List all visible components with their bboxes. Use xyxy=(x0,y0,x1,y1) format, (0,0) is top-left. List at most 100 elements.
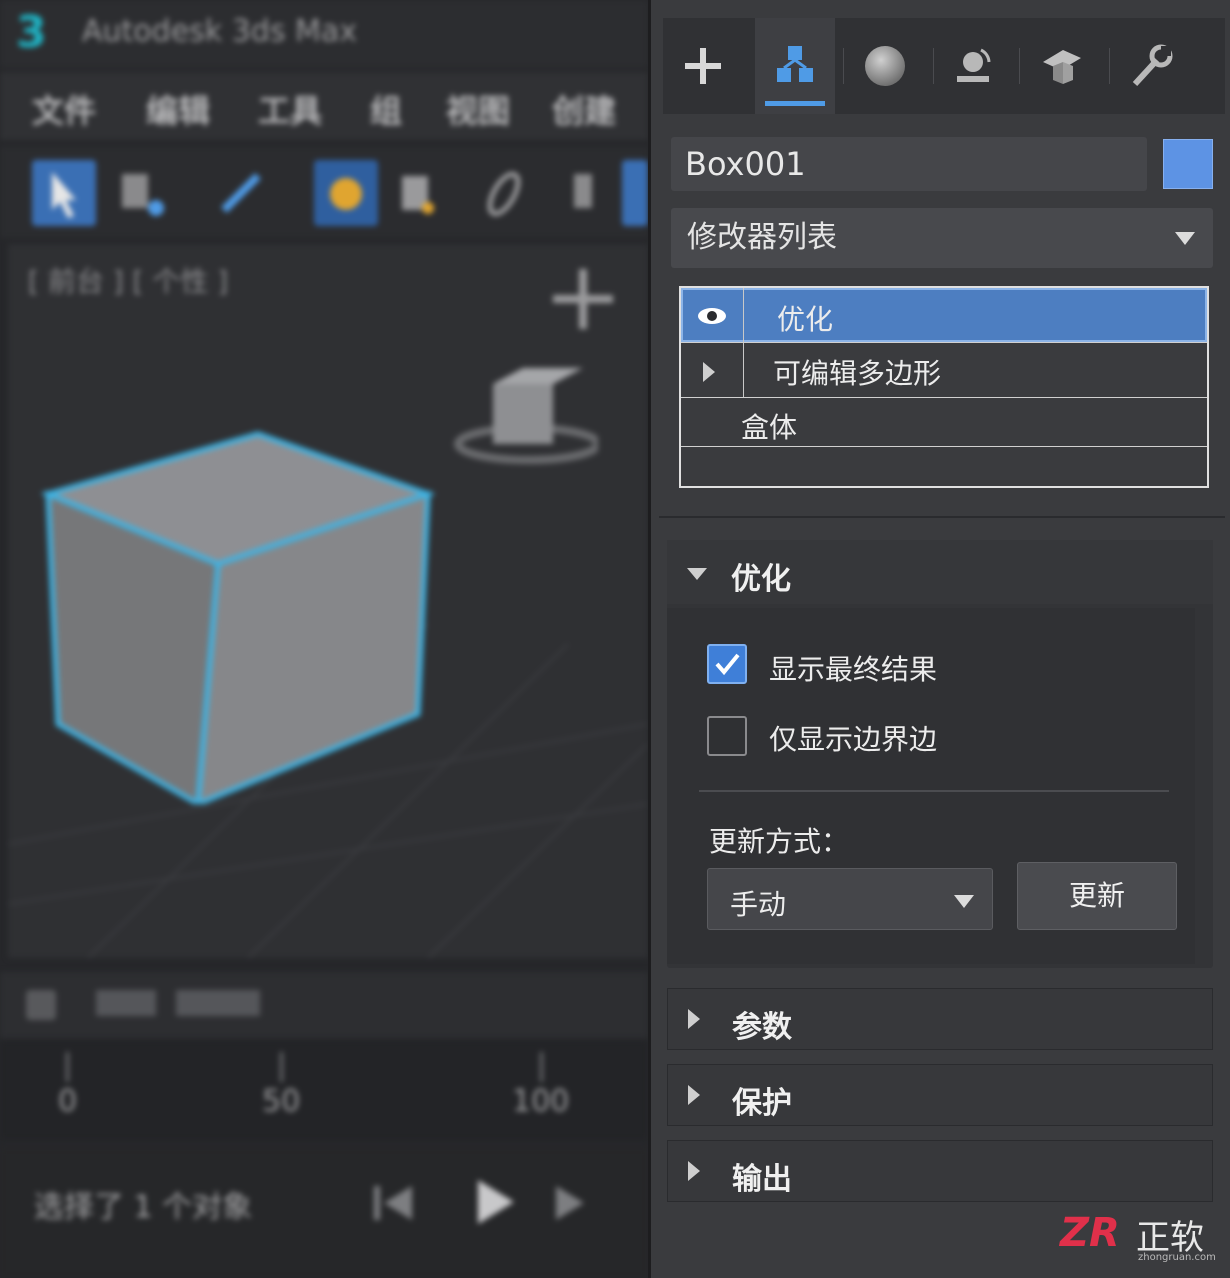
play-icon[interactable] xyxy=(468,1174,518,1230)
tab-modify[interactable] xyxy=(755,18,835,114)
section-divider xyxy=(659,516,1225,518)
update-mode-select[interactable]: 手动 xyxy=(707,868,993,930)
tab-divider xyxy=(1019,48,1020,84)
stack-item-label: 盒体 xyxy=(741,411,798,444)
app-logo-icon: 3 xyxy=(16,7,47,58)
viewport-bottom-bar xyxy=(0,972,648,1038)
watermark-logo: ZR 正软 zhongruan.com xyxy=(1060,1210,1220,1270)
viewport-perspective[interactable]: [ 前台 ] [ 个性 ] xyxy=(8,244,648,958)
expand-arrow-icon xyxy=(688,1009,700,1029)
rollout-title: 输出 xyxy=(732,1162,792,1197)
title-bar: 3 Autodesk 3ds Max xyxy=(0,0,648,68)
snap-tool-icon[interactable] xyxy=(388,160,452,226)
app-title: Autodesk 3ds Max xyxy=(82,14,358,49)
display-icon xyxy=(1043,50,1081,84)
rotate-tool-icon[interactable] xyxy=(474,160,538,226)
stack-item-editable-poly[interactable]: 可编辑多边形 xyxy=(681,344,1207,398)
update-mode-value: 手动 xyxy=(730,888,787,921)
blurred-label-1 xyxy=(96,990,156,1016)
wrench-icon xyxy=(1132,44,1173,87)
timeline-tick xyxy=(540,1052,543,1082)
timeline-tick xyxy=(66,1052,69,1082)
watermark-logo-mark: ZR xyxy=(1060,1210,1120,1256)
expand-arrow-icon xyxy=(688,1161,700,1181)
show-final-result-label: 显示最终结果 xyxy=(769,653,938,686)
scale-tool-icon[interactable] xyxy=(552,160,616,226)
show-final-result-checkbox[interactable] xyxy=(707,644,747,684)
go-to-start-icon[interactable] xyxy=(370,1178,420,1228)
rollout-title: 参数 xyxy=(732,1010,792,1045)
timeline-tick xyxy=(280,1052,283,1082)
menu-views[interactable]: 视图 xyxy=(446,86,510,132)
rollout-body: 显示最终结果 仅显示边界边 更新方式： 手动 更新 xyxy=(667,608,1195,964)
main-window-area: 3 Autodesk 3ds Max 文件 编辑 工具 组 视图 创建 [前台… xyxy=(0,0,648,1278)
tab-divider xyxy=(933,48,934,84)
tab-create[interactable] xyxy=(663,18,743,114)
timeline[interactable]: 0 50 100 xyxy=(0,1040,648,1140)
show-boundary-only-label: 仅显示边界边 xyxy=(769,723,938,756)
menu-group[interactable]: 组 xyxy=(370,86,402,132)
menu-create[interactable]: 创建 xyxy=(552,86,616,132)
box001-object[interactable] xyxy=(28,424,448,804)
timeline-label-100: 100 xyxy=(512,1084,570,1119)
menu-file[interactable]: 文件 xyxy=(32,86,96,132)
timeline-label-0: 0 xyxy=(58,1084,78,1119)
menu-tools[interactable]: 工具 xyxy=(258,86,322,132)
status-text: 选择了 1 个对象 xyxy=(34,1190,253,1225)
rollout-optimize: 优化 显示最终结果 仅显示边界边 更新方式： 手动 更新 xyxy=(667,540,1213,968)
rollout-title: 保护 xyxy=(732,1086,792,1121)
viewcube-icon[interactable] xyxy=(448,334,598,464)
tab-display[interactable] xyxy=(1023,18,1103,114)
object-color-swatch[interactable] xyxy=(1163,139,1213,189)
stack-row-divider xyxy=(681,446,1207,447)
expand-arrow-icon[interactable] xyxy=(703,362,715,382)
stack-item-label: 可编辑多边形 xyxy=(773,357,942,390)
expand-arrow-icon xyxy=(688,1085,700,1105)
rollout-separator xyxy=(699,790,1169,792)
update-button[interactable]: 更新 xyxy=(1017,862,1177,930)
collapse-arrow-icon xyxy=(687,568,707,580)
layer-icon[interactable] xyxy=(26,990,56,1020)
status-bar: 选择了 1 个对象 xyxy=(0,1148,648,1278)
menu-bar: 文件 编辑 工具 组 视图 创建 xyxy=(0,72,648,140)
update-mode-label: 更新方式： xyxy=(709,825,850,858)
modifier-list-dropdown[interactable]: 修改器列表 xyxy=(671,208,1213,268)
stack-item-label: 优化 xyxy=(777,303,834,336)
rollout-protect[interactable]: 保护 xyxy=(667,1064,1213,1126)
rollout-output[interactable]: 输出 xyxy=(667,1140,1213,1202)
show-boundary-only-checkbox[interactable] xyxy=(707,716,747,756)
tab-divider xyxy=(1109,48,1110,84)
nav-cross-icon[interactable] xyxy=(548,264,618,334)
eye-icon[interactable] xyxy=(695,304,729,328)
tab-divider xyxy=(843,48,844,84)
tab-hierarchy[interactable] xyxy=(845,18,925,114)
link-tool-icon[interactable] xyxy=(210,160,274,226)
timeline-label-50: 50 xyxy=(262,1084,301,1119)
main-toolbar xyxy=(0,146,648,238)
rollout-parameters[interactable]: 参数 xyxy=(667,988,1213,1050)
modifier-list-label: 修改器列表 xyxy=(687,220,837,255)
bind-space-warp-icon[interactable] xyxy=(314,160,378,226)
sphere-icon xyxy=(865,46,905,86)
plus-icon xyxy=(685,48,721,84)
select-tool-icon[interactable] xyxy=(32,160,96,226)
toolbar-overflow-icon[interactable] xyxy=(622,160,648,226)
blurred-label-2 xyxy=(176,990,260,1016)
tab-motion[interactable] xyxy=(935,18,1015,114)
blurred-layer: 3 Autodesk 3ds Max 文件 编辑 工具 组 视图 创建 [前台… xyxy=(0,0,648,1278)
checkmark-icon xyxy=(715,653,740,676)
rollout-title: 优化 xyxy=(731,562,791,597)
tab-utilities[interactable] xyxy=(1111,18,1191,114)
stack-item-box[interactable]: 盒体 xyxy=(681,398,1207,446)
menu-edit[interactable]: 编辑 xyxy=(146,86,210,132)
next-frame-icon[interactable] xyxy=(548,1178,598,1228)
rollout-optimize-header[interactable]: 优化 xyxy=(667,540,1213,604)
dropdown-arrow-icon xyxy=(954,895,974,908)
stack-row-divider xyxy=(681,342,1207,343)
motion-icon xyxy=(957,48,991,82)
select-by-name-icon[interactable] xyxy=(112,160,176,226)
stack-item-optimize[interactable]: 优化 xyxy=(681,288,1207,342)
modifier-stack: 优化 可编辑多边形 盒体 xyxy=(679,286,1209,488)
command-panel-tabs xyxy=(663,18,1225,114)
object-name-field[interactable]: Box001 xyxy=(671,137,1147,191)
